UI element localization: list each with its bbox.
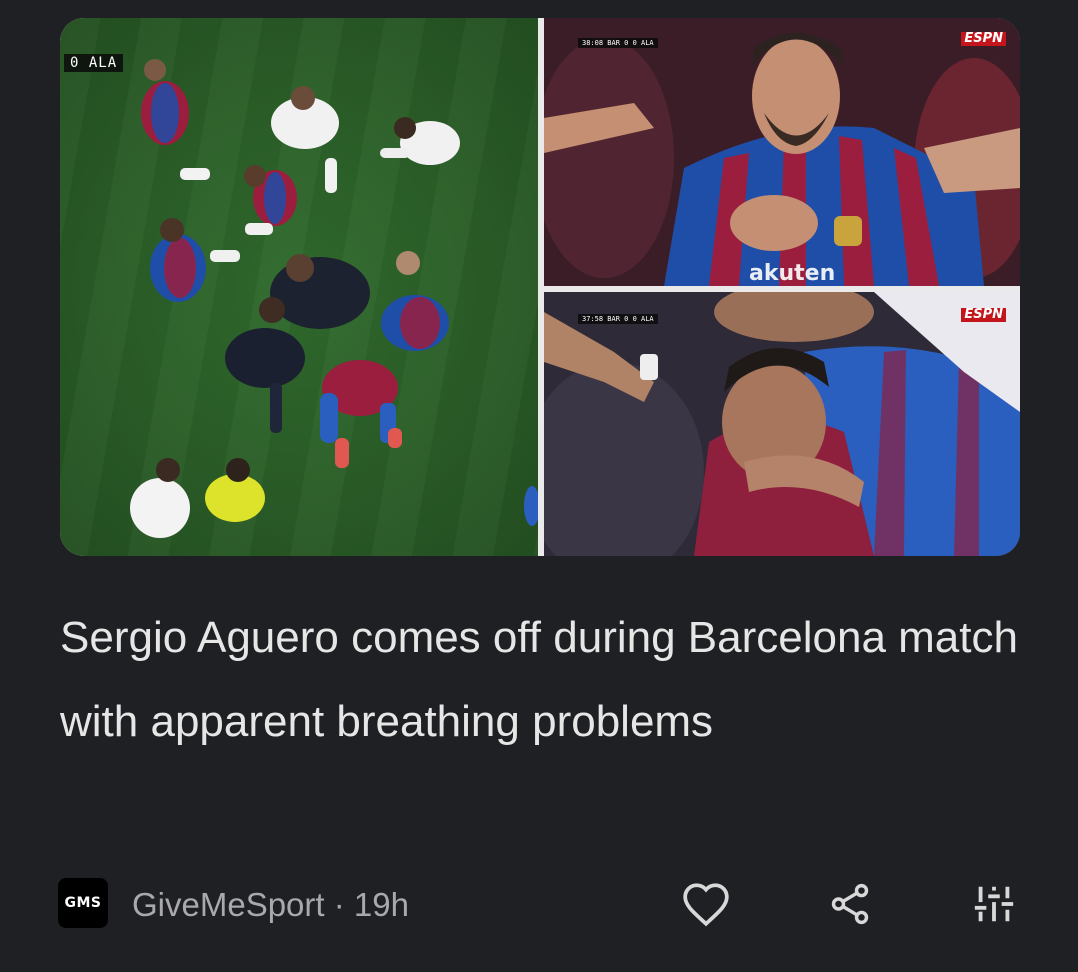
photo-aerial-pitch: 0 ALA [60,18,538,556]
aguero-closeup-illustration: akuten [544,18,1020,286]
tune-button[interactable] [966,876,1022,932]
share-icon [831,883,869,925]
heart-outline-icon [683,883,729,927]
meta-separator: · [324,886,354,923]
source-logo: GMS [58,878,108,928]
article-headline[interactable]: Sergio Aguero comes off during Barcelona… [60,596,1020,764]
aguero-assisted-illustration [544,292,1020,556]
scoreboard: 37:58 BAR 0 0 ALA [578,314,658,324]
scoreboard: 38:08 BAR 0 0 ALA [578,38,658,48]
article-image[interactable]: 0 ALA akuten 38:08 BAR 0 0 ALA ESPN 37:5… [60,18,1020,556]
photo-aguero-hand-on-chest: akuten 38:08 BAR 0 0 ALA ESPN [544,18,1020,286]
source-meta: GiveMeSport · 19h [132,886,409,924]
svg-text:akuten: akuten [749,261,835,286]
tune-sliders-icon [974,886,1014,922]
article-age: 19h [353,886,409,923]
espn-logo: ESPN [961,308,1006,322]
news-card[interactable]: 0 ALA akuten 38:08 BAR 0 0 ALA ESPN 37:5… [0,0,1078,972]
share-button[interactable] [822,876,878,932]
article-footer: GMS GiveMeSport · 19h [58,874,1020,938]
photo-aguero-assisted: 37:58 BAR 0 0 ALA ESPN [544,292,1020,556]
source-name[interactable]: GiveMeSport [132,886,325,923]
espn-logo: ESPN [961,32,1006,46]
like-button[interactable] [678,876,734,932]
players-illustration [130,59,538,538]
